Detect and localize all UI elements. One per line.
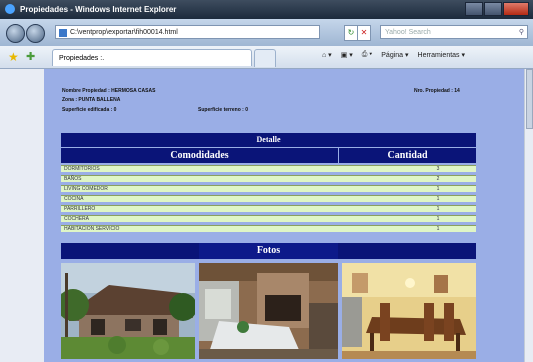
scrollbar-thumb[interactable] bbox=[526, 69, 533, 129]
add-favorite-icon[interactable]: ✚ bbox=[26, 50, 35, 63]
vertical-scrollbar[interactable] bbox=[524, 69, 533, 362]
home-icon[interactable]: ⌂ ▾ bbox=[322, 51, 332, 59]
table-row: COCHERA 1 bbox=[61, 215, 476, 222]
amenity-name: DORMITORIOS bbox=[64, 166, 100, 172]
back-button[interactable] bbox=[6, 24, 25, 43]
amenity-quantity: 3 bbox=[436, 166, 440, 172]
amenity-name: PARRILLERO bbox=[64, 206, 96, 212]
table-row: LIVING COMEDOR 1 bbox=[61, 185, 476, 192]
tab-label: Propiedades :. bbox=[59, 55, 105, 62]
tools-menu[interactable]: Herramientas ▾ bbox=[418, 51, 465, 59]
maximize-button[interactable] bbox=[484, 2, 502, 16]
amenities-column-header: Comodidades bbox=[61, 148, 338, 163]
amenity-name: BAÑOS bbox=[64, 176, 82, 182]
search-icon[interactable]: ⚲ bbox=[519, 26, 524, 40]
amenity-quantity: 1 bbox=[436, 216, 440, 222]
forward-button[interactable] bbox=[26, 24, 45, 43]
amenity-quantity: 1 bbox=[436, 226, 440, 232]
amenity-name: COCHERA bbox=[64, 216, 90, 222]
ie-logo-icon bbox=[5, 4, 15, 14]
land-area: Superficie terreno : 0 bbox=[198, 107, 249, 113]
stop-button[interactable]: ✕ bbox=[357, 25, 371, 41]
close-button[interactable] bbox=[503, 2, 529, 16]
address-bar: C:\ventprop\exportar\fih00014.html ↻ ✕ Y… bbox=[0, 19, 533, 46]
property-zone: Zona : PUNTA BALLENA bbox=[62, 97, 121, 103]
photos-header: Fotos bbox=[199, 243, 338, 259]
quantity-column-header: Cantidad bbox=[339, 148, 476, 163]
search-input[interactable]: Yahoo! Search ⚲ bbox=[380, 25, 528, 39]
url-text: C:\ventprop\exportar\fih00014.html bbox=[70, 29, 178, 36]
window-controls bbox=[465, 2, 529, 16]
table-row: COCINA 1 bbox=[61, 195, 476, 202]
favorites-star-icon[interactable]: ★ bbox=[8, 50, 19, 64]
amenity-quantity: 1 bbox=[436, 196, 440, 202]
amenity-name: LIVING COMEDOR bbox=[64, 186, 108, 192]
search-placeholder: Yahoo! Search bbox=[385, 29, 431, 36]
amenity-name: COCINA bbox=[64, 196, 84, 202]
print-icon[interactable]: ⎙ ▾ bbox=[362, 51, 373, 59]
page-icon bbox=[59, 29, 67, 37]
command-bar: ⌂ ▾ ▣ ▾ ⎙ ▾ Página ▾ Herramientas ▾ bbox=[322, 51, 465, 59]
built-area: Superficie edificada : 0 bbox=[62, 107, 117, 113]
amenity-quantity: 1 bbox=[436, 186, 440, 192]
table-row: HABITACION SERVICIO 1 bbox=[61, 225, 476, 232]
window-title: Propiedades - Windows Internet Explorer bbox=[20, 5, 177, 14]
detail-header: Detalle bbox=[61, 133, 476, 147]
feeds-icon[interactable]: ▣ ▾ bbox=[341, 51, 353, 59]
url-field[interactable]: C:\ventprop\exportar\fih00014.html bbox=[55, 25, 320, 39]
tab-propiedades[interactable]: Propiedades :. bbox=[52, 49, 252, 66]
refresh-button[interactable]: ↻ bbox=[344, 25, 358, 41]
amenity-name: HABITACION SERVICIO bbox=[64, 226, 120, 232]
table-row: BAÑOS 2 bbox=[61, 175, 476, 182]
barbecue-area-photo[interactable] bbox=[199, 263, 338, 359]
table-row: PARRILLERO 1 bbox=[61, 205, 476, 212]
new-tab-button[interactable] bbox=[254, 49, 276, 67]
page-content: Nombre Propiedad : HERMOSA CASAS Zona : … bbox=[0, 69, 533, 362]
tab-bar: ★ ✚ Propiedades :. ⌂ ▾ ▣ ▾ ⎙ ▾ Página ▾ … bbox=[0, 46, 533, 69]
window-titlebar: Propiedades - Windows Internet Explorer bbox=[0, 0, 533, 19]
amenity-quantity: 1 bbox=[436, 206, 440, 212]
property-name: Nombre Propiedad : HERMOSA CASAS bbox=[62, 88, 156, 94]
house-exterior-photo[interactable] bbox=[61, 263, 195, 359]
property-number: Nro. Propiedad : 14 bbox=[414, 88, 460, 94]
minimize-button[interactable] bbox=[465, 2, 483, 16]
table-row: DORMITORIOS 3 bbox=[61, 165, 476, 172]
amenity-quantity: 2 bbox=[436, 176, 440, 182]
dining-room-photo[interactable] bbox=[342, 263, 476, 359]
page-menu[interactable]: Página ▾ bbox=[381, 51, 408, 59]
